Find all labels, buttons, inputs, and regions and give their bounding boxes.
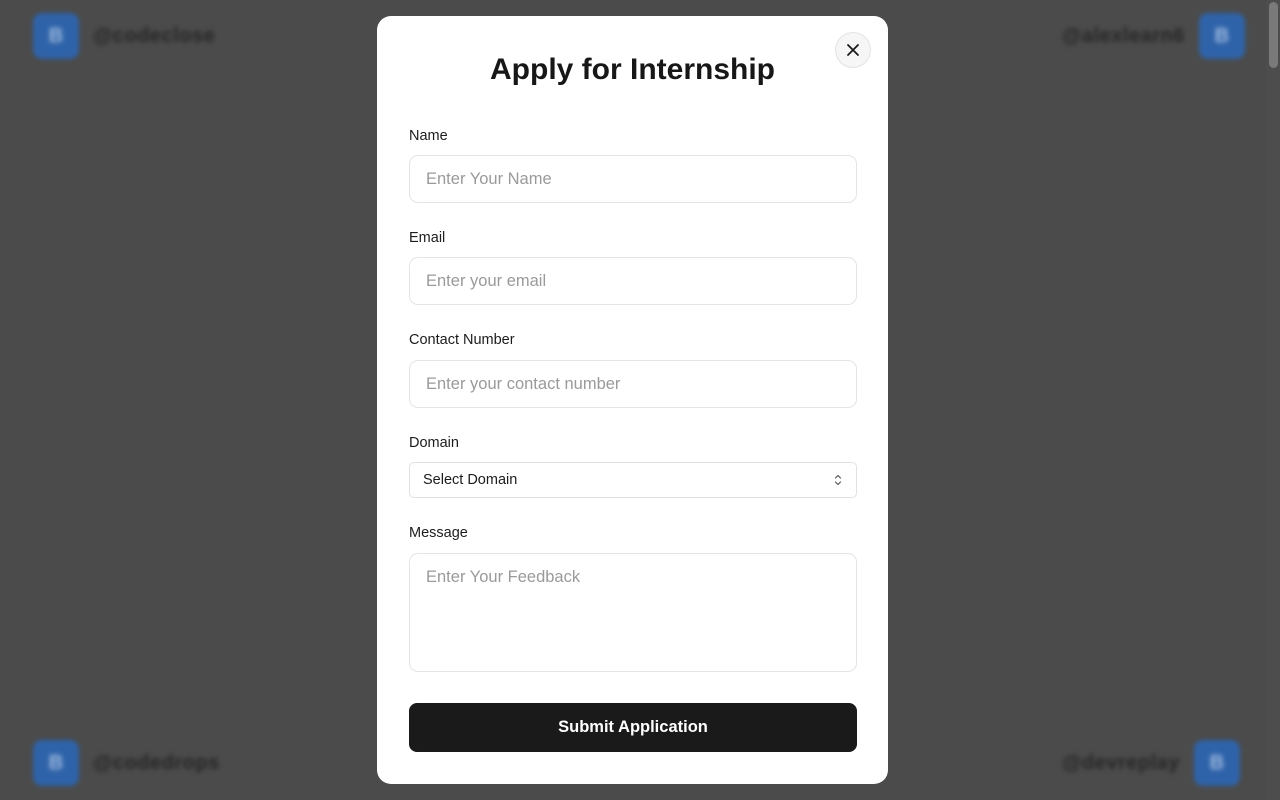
contact-number-input[interactable] xyxy=(409,360,857,408)
avatar: B xyxy=(1193,740,1240,786)
modal-title: Apply for Internship xyxy=(490,53,775,86)
name-label: Name xyxy=(409,128,448,144)
avatar: B xyxy=(33,13,79,59)
email-label: Email xyxy=(409,230,446,246)
contact-number-label: Contact Number xyxy=(409,332,515,348)
avatar: B xyxy=(1198,13,1245,59)
background-user: @alexlearn6 B xyxy=(1062,13,1245,59)
background-user: B @codeclose xyxy=(33,13,215,59)
background-user: B @codedrops xyxy=(33,740,220,786)
message-textarea[interactable] xyxy=(409,553,857,672)
chevron-up-down-icon xyxy=(834,474,842,486)
scrollbar-thumb[interactable] xyxy=(1269,2,1278,68)
domain-select-value: Select Domain xyxy=(423,472,518,488)
page-scrollbar[interactable] xyxy=(1266,0,1280,800)
user-handle: @devreplay xyxy=(1062,751,1180,774)
name-input[interactable] xyxy=(409,155,857,203)
user-handle: @codedrops xyxy=(93,751,220,774)
email-input[interactable] xyxy=(409,257,857,305)
submit-application-button[interactable]: Submit Application xyxy=(409,703,857,752)
user-handle: @alexlearn6 xyxy=(1062,24,1185,47)
apply-internship-modal: Apply for Internship Name Email Contact … xyxy=(377,16,888,784)
domain-label: Domain xyxy=(409,435,459,451)
avatar: B xyxy=(33,740,79,786)
message-label: Message xyxy=(409,525,468,541)
user-handle: @codeclose xyxy=(93,24,216,47)
domain-select[interactable]: Select Domain xyxy=(409,462,857,498)
background-user: @devreplay B xyxy=(1062,740,1240,786)
